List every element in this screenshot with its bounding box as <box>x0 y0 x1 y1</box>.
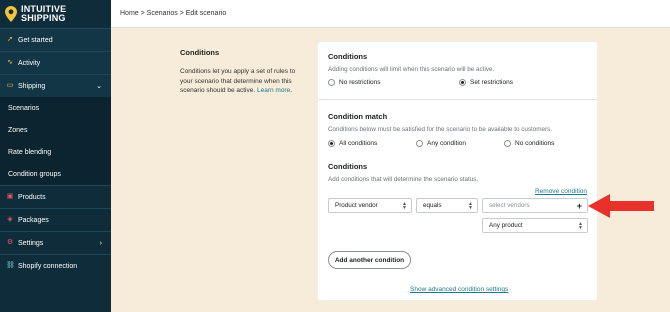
radio-button[interactable] <box>328 140 335 147</box>
box-icon: ▣ <box>6 193 14 200</box>
brand-name: INTUITIVE SHIPPING <box>21 4 67 23</box>
breadcrumb: Home > Scenarios > Edit scenario <box>111 0 670 28</box>
select-arrows-icon: ▲ ▼ <box>468 200 473 211</box>
sidebar: INTUITIVE SHIPPING ➚ Get started ∿ Activ… <box>0 0 111 312</box>
learn-more-link[interactable]: Learn more. <box>257 87 292 94</box>
breadcrumb-text[interactable]: Home > Scenarios > Edit scenario <box>120 10 226 17</box>
radio-button[interactable] <box>459 79 466 86</box>
radio-button[interactable] <box>504 140 511 147</box>
sidebar-item-settings[interactable]: ⚙ Settings › <box>0 232 111 254</box>
section-title: Conditions <box>180 48 220 57</box>
sidebar-item-zones[interactable]: Zones <box>0 119 111 141</box>
radio-set-restrictions[interactable]: Set restrictions <box>459 79 513 86</box>
condition-field-select[interactable]: Product vendor ▲ ▼ <box>328 198 412 213</box>
radio-no-conditions[interactable]: No conditions <box>504 140 554 147</box>
activity-icon: ∿ <box>7 59 13 66</box>
conditions-rules-hint: Add conditions that will determine the s… <box>328 176 479 183</box>
red-arrow-annotation-icon <box>588 194 654 218</box>
sidebar-item-activity[interactable]: ∿ Activity <box>0 52 111 74</box>
advanced-condition-settings-link[interactable]: Show advanced condition settings <box>410 286 508 293</box>
brand-logo[interactable]: INTUITIVE SHIPPING <box>0 0 111 28</box>
radio-any-condition[interactable]: Any condition <box>416 140 466 147</box>
conditions-rules-heading: Conditions <box>328 162 368 171</box>
conditions-hint: Adding conditions will limit when this s… <box>328 66 495 73</box>
truck-icon: ▭ <box>6 82 14 89</box>
radio-all-conditions[interactable]: All conditions <box>328 140 377 147</box>
location-pin-icon <box>5 6 17 22</box>
conditions-description: Conditions Conditions let you apply a se… <box>180 48 300 96</box>
sidebar-item-products[interactable]: ▣ Products <box>0 186 111 208</box>
plus-icon[interactable]: + <box>577 201 582 211</box>
chevron-right-icon: › <box>99 239 102 247</box>
sidebar-item-packages[interactable]: ◈ Packages <box>0 209 111 231</box>
sidebar-item-scenarios[interactable]: Scenarios <box>0 97 111 119</box>
section-description: Conditions let you apply a set of rules … <box>180 68 296 94</box>
select-arrows-icon: ▲ ▼ <box>578 220 583 231</box>
condition-match-hint: Conditions below must be satisfied for t… <box>328 126 553 133</box>
remove-condition-link[interactable]: Remove condition <box>535 188 587 195</box>
package-icon: ◈ <box>7 216 13 223</box>
condition-match-heading: Condition match <box>328 112 388 121</box>
add-another-condition-button[interactable]: Add another condition <box>328 251 411 269</box>
sidebar-item-shopify-connection[interactable]: ⛓ Shopify connection <box>0 255 111 277</box>
product-scope-select[interactable]: Any product ▲ ▼ <box>482 218 588 233</box>
sidebar-item-get-started[interactable]: ➚ Get started <box>0 29 111 51</box>
sidebar-item-shipping[interactable]: ▭ Shipping ⌄ <box>0 75 111 97</box>
radio-no-restrictions[interactable]: No restrictions <box>328 79 381 86</box>
vendor-value-input[interactable]: select vendors + <box>482 198 588 213</box>
rocket-icon: ➚ <box>7 36 13 43</box>
link-icon: ⛓ <box>6 262 15 269</box>
gear-icon: ⚙ <box>6 239 14 246</box>
conditions-heading: Conditions <box>328 52 368 61</box>
conditions-card: Conditions Adding conditions will limit … <box>318 42 597 300</box>
select-arrows-icon: ▲ ▼ <box>402 200 407 211</box>
condition-operator-select[interactable]: equals ▲ ▼ <box>416 198 478 213</box>
chevron-down-icon: ⌄ <box>96 83 102 90</box>
sidebar-item-rate-blending[interactable]: Rate blending <box>0 141 111 163</box>
radio-button[interactable] <box>328 79 335 86</box>
radio-button[interactable] <box>416 140 423 147</box>
sidebar-item-condition-groups[interactable]: Condition groups <box>0 163 111 185</box>
